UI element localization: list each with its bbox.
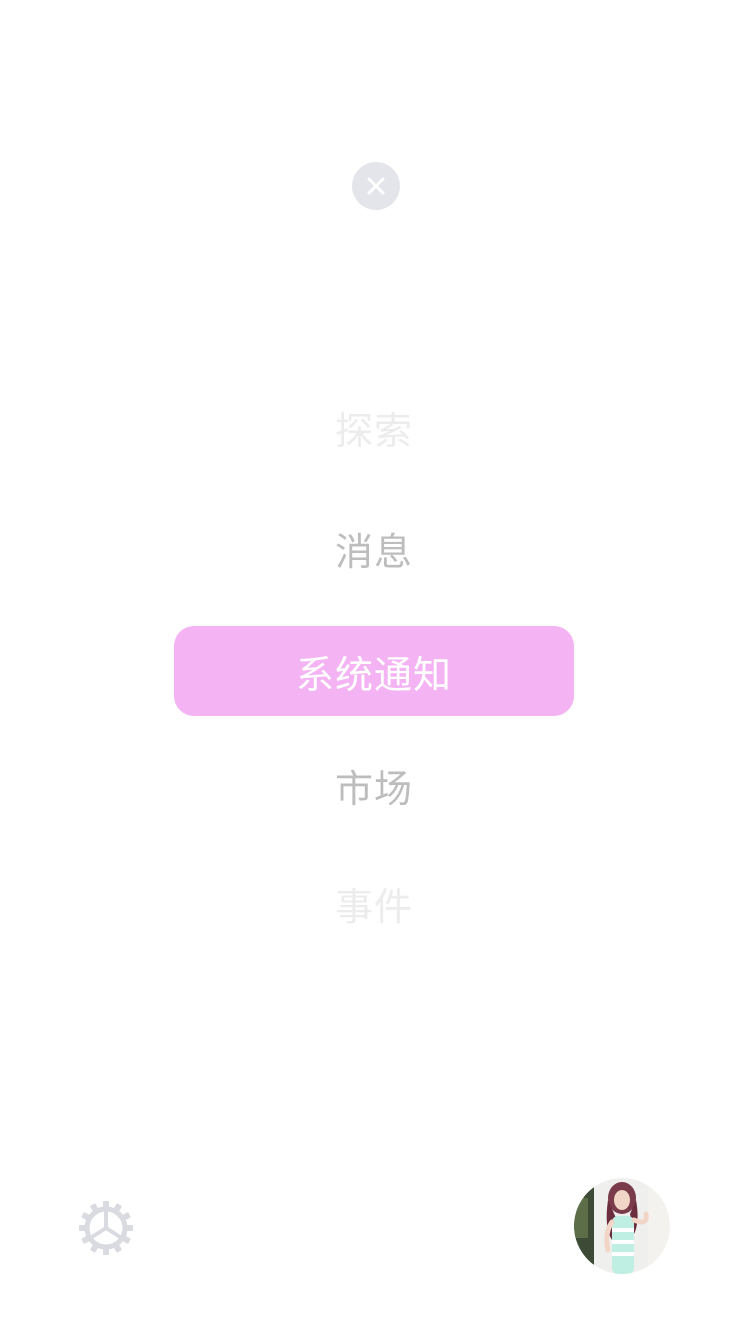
menu-list: 探索 消息 系统通知 市场 事件 (0, 0, 750, 1334)
menu-item-market[interactable]: 市场 (174, 740, 574, 830)
settings-button[interactable] (78, 1200, 134, 1256)
avatar[interactable] (574, 1178, 670, 1274)
menu-item-events[interactable]: 事件 (174, 858, 574, 948)
gear-icon (79, 1201, 133, 1255)
menu-screen: 探索 消息 系统通知 市场 事件 (0, 0, 750, 1334)
menu-item-messages[interactable]: 消息 (174, 503, 574, 593)
menu-item-system-notifications[interactable]: 系统通知 (174, 626, 574, 716)
menu-item-explore[interactable]: 探索 (174, 382, 574, 472)
user-avatar-image (574, 1178, 670, 1274)
